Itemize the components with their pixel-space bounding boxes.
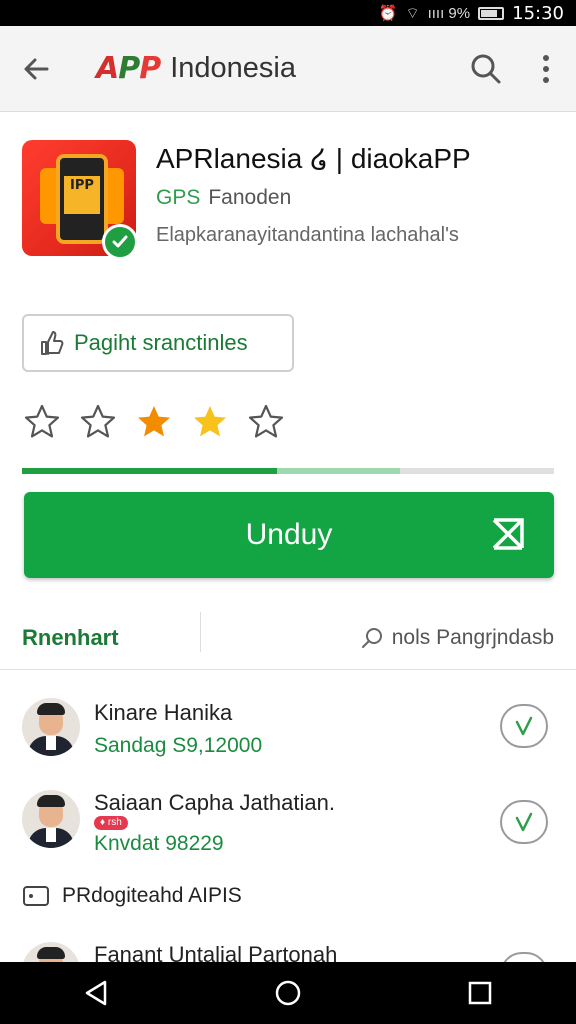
- app-bar: APP Indonesia: [0, 26, 576, 112]
- cancel-download-icon[interactable]: [490, 516, 526, 552]
- list-item[interactable]: Saiaan Capha Jathatian. ♦ rsh Knvdat 982…: [0, 786, 576, 870]
- app-icon[interactable]: IPP: [22, 140, 138, 260]
- item-name: Fanant Untalial Partonah: [94, 942, 338, 962]
- app-description: Elapkaranayitandantina lachahal's: [156, 224, 459, 246]
- logo-title: Indonesia: [170, 52, 296, 84]
- developer-tag: GPS: [156, 186, 201, 209]
- arrow-left-icon: [24, 58, 49, 79]
- logo-mark: APP: [96, 51, 161, 86]
- download-progress: [22, 468, 554, 474]
- app-header: IPP APRlanesia ໒ | diaokaPP GPS Fanoden E…: [22, 140, 562, 260]
- search-icon: [471, 54, 501, 83]
- avatar: [22, 698, 80, 756]
- tab-row: Rnenhart nols Pangrjndasb: [0, 606, 576, 670]
- check-button[interactable]: [500, 952, 548, 962]
- check-icon: [515, 812, 533, 832]
- download-button[interactable]: Unduy: [24, 492, 554, 578]
- tab-right[interactable]: nols Pangrjndasb: [201, 606, 576, 669]
- item-subtitle: Knvdat 98229: [94, 832, 224, 855]
- signal-text: ıııı 9%: [427, 4, 471, 22]
- more-vert-icon: [543, 54, 549, 83]
- phone-graphic: IPP: [56, 154, 108, 244]
- star-filled-icon[interactable]: [192, 404, 228, 440]
- progress-fill: [22, 468, 278, 474]
- app-developer[interactable]: GPS Fanoden: [156, 186, 291, 210]
- star-rating[interactable]: [24, 404, 284, 440]
- wifi-icon: ⌔: [405, 4, 420, 22]
- clock: 15:30: [512, 2, 564, 24]
- section-header: PRdogiteahd AIPIS: [22, 884, 242, 908]
- app-logo: APP Indonesia: [96, 51, 296, 86]
- app-title: APRlanesia ໒ | diaokaPP: [156, 143, 471, 174]
- check-button[interactable]: [500, 704, 548, 748]
- search-icon: [361, 627, 382, 648]
- secondary-action-button[interactable]: Pagiht sranctinles: [22, 314, 294, 372]
- download-button-label: Unduy: [245, 518, 333, 551]
- system-nav-bar: [0, 962, 576, 1024]
- nav-back-button[interactable]: [56, 962, 136, 1024]
- star-outline-icon[interactable]: [248, 404, 284, 440]
- avatar: [22, 790, 80, 848]
- alarm-icon: ⏰: [378, 5, 398, 22]
- list-item[interactable]: Kinare Hanika Sandag S9,12000: [0, 694, 576, 778]
- verified-badge-icon: [102, 224, 138, 260]
- nav-recents-button[interactable]: [440, 962, 520, 1024]
- square-recents-icon: [468, 981, 492, 1005]
- developer-name: Fanoden: [208, 186, 292, 209]
- list-item[interactable]: Fanant Untalial Partonah: [0, 938, 576, 962]
- wallet-icon: [23, 886, 49, 906]
- triangle-back-icon: [85, 980, 107, 1006]
- more-options-button[interactable]: [516, 26, 576, 112]
- item-name: Saiaan Capha Jathatian.: [94, 790, 335, 815]
- item-pill: ♦ rsh: [94, 816, 128, 830]
- star-filled-icon[interactable]: [136, 404, 172, 440]
- tab-left[interactable]: Rnenhart: [0, 606, 200, 669]
- star-outline-icon[interactable]: [24, 404, 60, 440]
- star-outline-icon[interactable]: [80, 404, 116, 440]
- section-label: PRdogiteahd AIPIS: [62, 884, 242, 907]
- back-button[interactable]: [0, 26, 72, 112]
- thumb-up-icon: [41, 331, 64, 355]
- circle-home-icon: [275, 980, 301, 1006]
- search-button[interactable]: [456, 26, 516, 112]
- item-subtitle: Sandag S9,12000: [94, 734, 263, 757]
- tab-right-label: nols Pangrjndasb: [391, 625, 554, 649]
- check-icon: [515, 716, 533, 736]
- nav-home-button[interactable]: [248, 962, 328, 1024]
- item-name: Kinare Hanika: [94, 700, 233, 725]
- avatar: [22, 942, 80, 962]
- secondary-button-label: Pagiht sranctinles: [74, 330, 248, 355]
- status-bar: ⏰ ⌔ ıııı 9% 15:30: [0, 0, 576, 26]
- battery-icon: [478, 6, 505, 20]
- check-button[interactable]: [500, 800, 548, 844]
